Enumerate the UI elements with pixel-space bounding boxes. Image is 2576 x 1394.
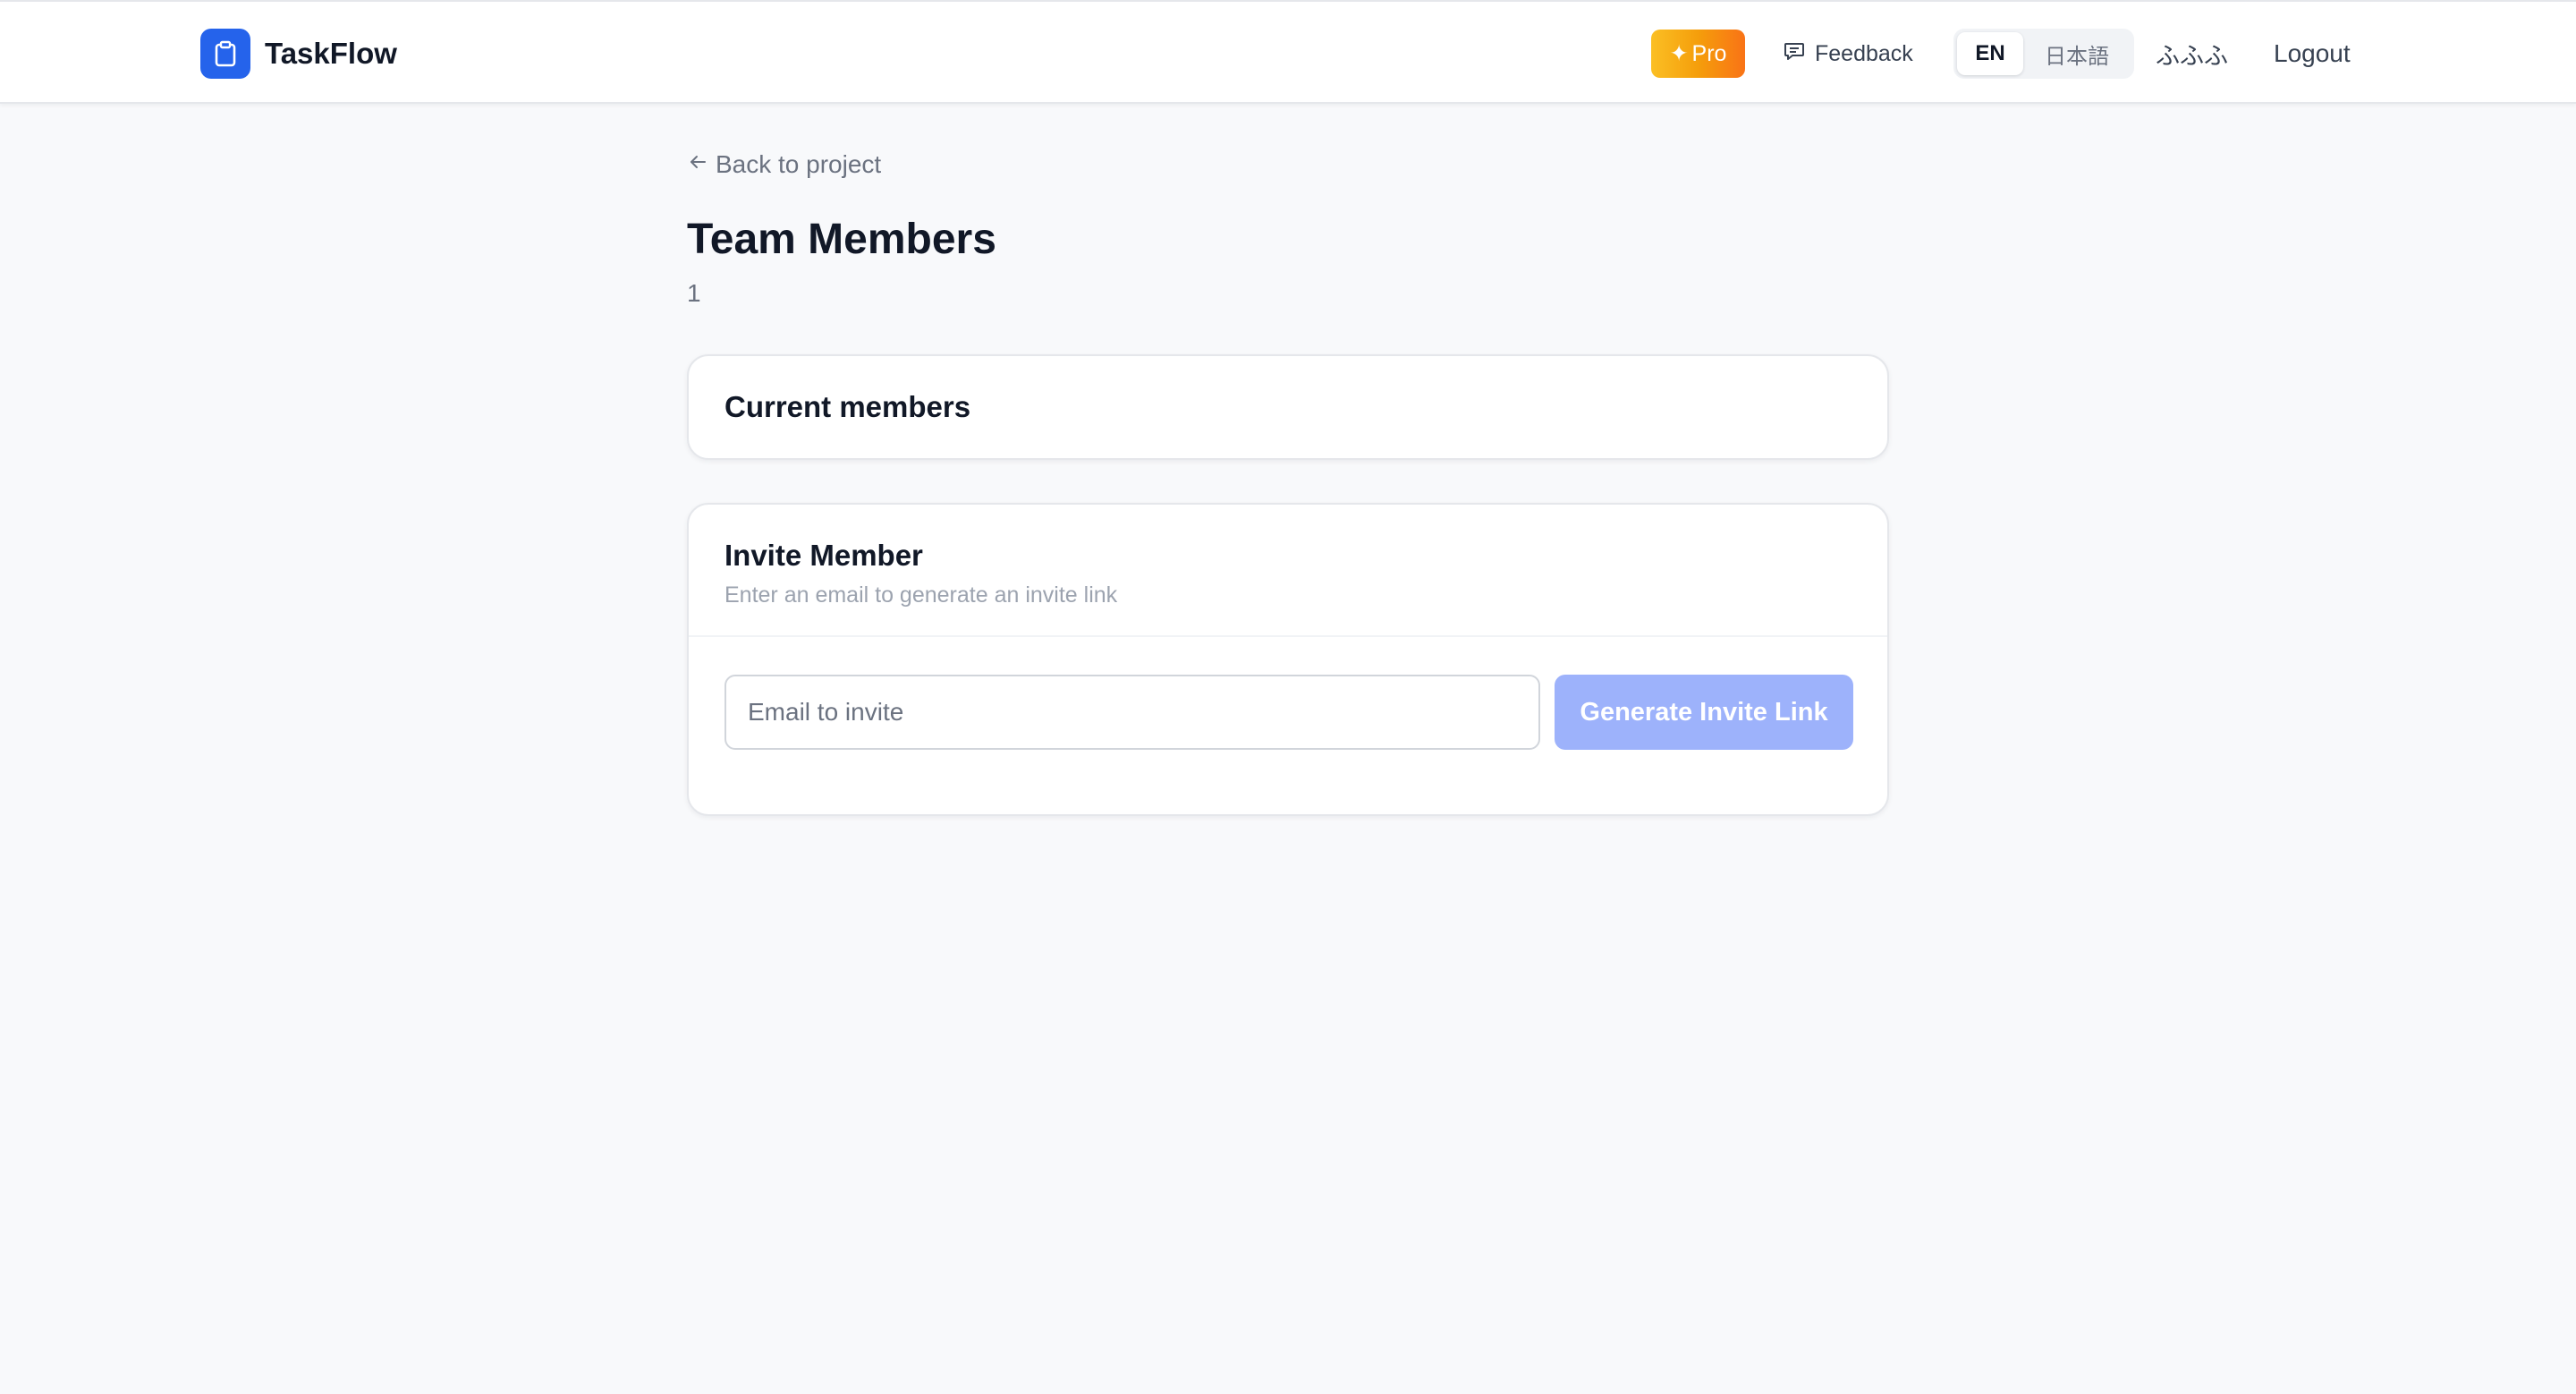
feedback-button[interactable]: Feedback <box>1783 30 1913 78</box>
card-divider <box>689 635 1887 637</box>
message-square-icon <box>1783 39 1806 69</box>
page-title: Team Members <box>687 216 996 263</box>
current-members-title: Current members <box>724 390 971 423</box>
language-switcher: EN 日本語 <box>1953 29 2134 79</box>
clipboard-logo-icon[interactable] <box>200 29 250 79</box>
pro-label: Pro <box>1691 40 1727 66</box>
language-ja-button[interactable]: 日本語 <box>2023 32 2131 75</box>
username[interactable]: ふふふ <box>2156 30 2228 78</box>
top-navigation-bar: TaskFlow ✦ Pro Feedback EN 日本語 ふふふ Logou… <box>0 0 2576 104</box>
invite-member-description: Enter an email to generate an invite lin… <box>724 582 1118 608</box>
back-to-project-link[interactable]: Back to project <box>687 147 881 183</box>
arrow-left-icon <box>687 147 708 183</box>
back-link-label: Back to project <box>716 150 882 178</box>
feedback-label: Feedback <box>1815 40 1913 66</box>
logout-button[interactable]: Logout <box>2274 30 2351 78</box>
invite-member-card: Invite Member Enter an email to generate… <box>687 503 1889 816</box>
language-en-button[interactable]: EN <box>1957 32 2023 75</box>
email-to-invite-input[interactable] <box>724 675 1540 750</box>
pro-button[interactable]: ✦ Pro <box>1651 30 1745 78</box>
generate-invite-link-button[interactable]: Generate Invite Link <box>1555 675 1853 750</box>
member-count: 1 <box>687 279 701 307</box>
current-members-card: Current members <box>687 354 1889 460</box>
sparkle-icon: ✦ <box>1669 41 1689 66</box>
app-name[interactable]: TaskFlow <box>265 34 397 73</box>
invite-member-title: Invite Member <box>724 539 923 572</box>
